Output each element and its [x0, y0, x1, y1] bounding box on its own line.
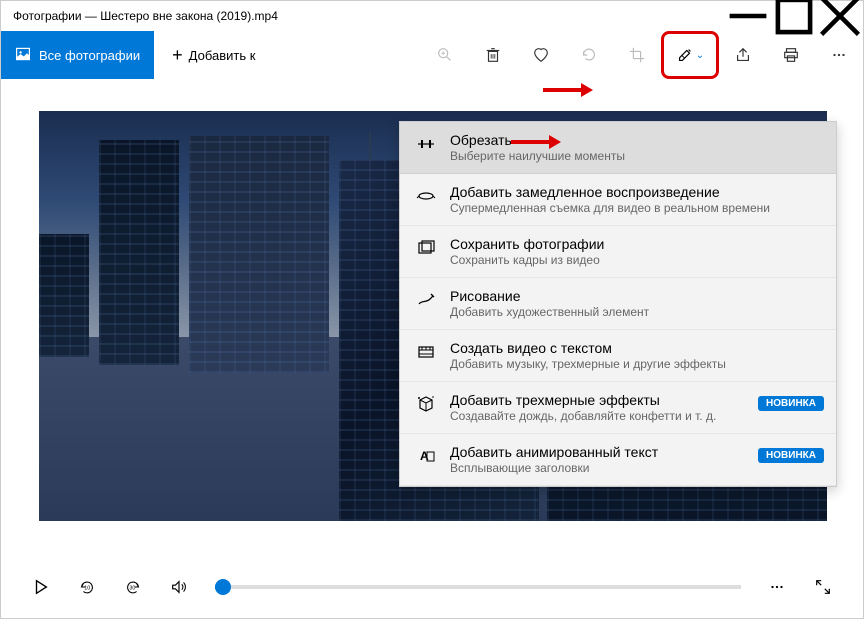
draw-icon — [416, 290, 436, 310]
annotation-arrow — [511, 135, 561, 149]
delete-button[interactable] — [469, 31, 517, 79]
zoom-button[interactable] — [421, 31, 469, 79]
menu-sub: Супермедленная съемка для видео в реальн… — [450, 201, 820, 215]
see-all-label: Все фотографии — [39, 48, 140, 63]
cube-icon — [416, 394, 436, 414]
share-button[interactable] — [719, 31, 767, 79]
menu-item-animated-text[interactable]: A Добавить анимированный текстВсплывающи… — [400, 434, 836, 486]
crop-button[interactable] — [613, 31, 661, 79]
photos-icon — [416, 238, 436, 258]
maximize-button[interactable] — [771, 1, 817, 31]
svg-text:30: 30 — [129, 586, 135, 592]
menu-sub: Выберите наилучшие моменты — [450, 149, 820, 163]
rotate-button[interactable] — [565, 31, 613, 79]
toolbar: Все фотографии + Добавить к ⌄ — [1, 31, 863, 79]
menu-title: Добавить замедленное воспроизведение — [450, 184, 820, 200]
close-button[interactable] — [817, 1, 863, 31]
add-to-label: Добавить к — [189, 48, 256, 63]
plus-icon: + — [172, 45, 183, 66]
trim-icon — [416, 134, 436, 154]
menu-title: Обрезать — [450, 132, 820, 148]
window-controls — [725, 1, 863, 31]
menu-sub: Добавить художественный элемент — [450, 305, 820, 319]
play-button[interactable] — [21, 567, 61, 607]
slider-thumb[interactable] — [215, 579, 231, 595]
more-button[interactable] — [815, 31, 863, 79]
edit-create-menu: ОбрезатьВыберите наилучшие моменты Добав… — [399, 121, 837, 487]
picture-icon — [15, 46, 31, 65]
edit-create-button[interactable]: ⌄ — [661, 31, 719, 79]
window-title: Фотографии — Шестеро вне закона (2019).m… — [13, 9, 278, 23]
menu-item-save-photos[interactable]: Сохранить фотографииСохранить кадры из в… — [400, 226, 836, 278]
film-icon — [416, 342, 436, 362]
seek-slider[interactable] — [215, 585, 741, 589]
menu-item-slowmo[interactable]: Добавить замедленное воспроизведениеСупе… — [400, 174, 836, 226]
titlebar: Фотографии — Шестеро вне закона (2019).m… — [1, 1, 863, 31]
favorite-button[interactable] — [517, 31, 565, 79]
photos-app-window: Фотографии — Шестеро вне закона (2019).m… — [0, 0, 864, 619]
menu-item-trim[interactable]: ОбрезатьВыберите наилучшие моменты — [400, 122, 836, 174]
skip-forward-30-button[interactable]: 30 — [113, 567, 153, 607]
menu-sub: Всплывающие заголовки — [450, 461, 820, 475]
see-all-photos-button[interactable]: Все фотографии — [1, 31, 154, 79]
new-badge: НОВИНКА — [758, 448, 824, 463]
more-playback-button[interactable] — [757, 567, 797, 607]
annotation-arrow — [543, 83, 593, 97]
new-badge: НОВИНКА — [758, 396, 824, 411]
menu-item-3d-effects[interactable]: Добавить трехмерные эффектыСоздавайте до… — [400, 382, 836, 434]
menu-sub: Создавайте дождь, добавляйте конфетти и … — [450, 409, 820, 423]
menu-title: Создать видео с текстом — [450, 340, 820, 356]
menu-title: Сохранить фотографии — [450, 236, 820, 252]
menu-sub: Добавить музыку, трехмерные и другие эфф… — [450, 357, 820, 371]
fullscreen-button[interactable] — [803, 567, 843, 607]
playback-bar: 10 30 — [1, 556, 863, 618]
text-icon: A — [416, 446, 436, 466]
slowmo-icon — [416, 186, 436, 206]
add-to-button[interactable]: + Добавить к — [154, 31, 273, 79]
menu-item-video-text[interactable]: Создать видео с текстомДобавить музыку, … — [400, 330, 836, 382]
minimize-button[interactable] — [725, 1, 771, 31]
menu-title: Рисование — [450, 288, 820, 304]
chevron-down-icon: ⌄ — [696, 50, 704, 61]
menu-item-draw[interactable]: РисованиеДобавить художественный элемент — [400, 278, 836, 330]
skip-back-10-button[interactable]: 10 — [67, 567, 107, 607]
menu-sub: Сохранить кадры из видео — [450, 253, 820, 267]
volume-button[interactable] — [159, 567, 199, 607]
svg-text:10: 10 — [84, 586, 90, 592]
print-button[interactable] — [767, 31, 815, 79]
